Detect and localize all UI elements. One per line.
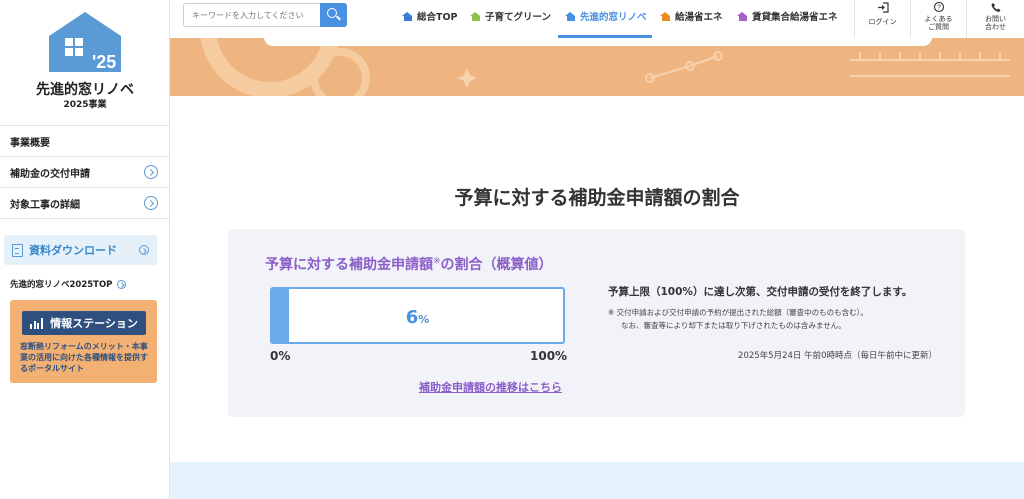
nav-rental-water-heater[interactable]: 賃貸集合給湯省エネ [737, 9, 838, 23]
phone-icon [991, 3, 1000, 12]
sidebar-item-label: 補助金の交付申請 [10, 168, 90, 180]
house-logo-icon[interactable]: '25 [47, 10, 123, 74]
faq-label: よくある ご質問 [924, 15, 953, 31]
progress-min-label: 0% [270, 349, 291, 363]
nav-window-renovation[interactable]: 先進的窓リノベ [565, 9, 647, 23]
sidebar: '25 先進的窓リノベ 2025事業 事業概要 補助金の交付申請 対象工事の詳細… [0, 0, 170, 499]
question-icon: ? [933, 2, 944, 13]
hero-banner [170, 38, 1024, 96]
panel-title-text: 予算に対する補助金申請額 [265, 257, 433, 273]
info-station-button[interactable]: 情報ステーション [22, 311, 146, 335]
budget-panel: 予算に対する補助金申請額※の割合（概算値） 6% 0% 100% 補助金申請額の… [228, 229, 965, 417]
house-icon [660, 11, 671, 21]
bottom-section [170, 462, 1024, 499]
chevron-right-icon [117, 279, 127, 289]
sidebar-item-label: 事業概要 [10, 137, 50, 149]
header: 総合TOP 子育てグリーン 先進的窓リノベ 給湯省エネ 賃貸集合給湯省エネ ログ… [170, 0, 1024, 38]
house-icon [565, 11, 576, 21]
document-icon [12, 243, 23, 257]
search-button[interactable] [320, 3, 347, 27]
sidebar-item-label: 対象工事の詳細 [10, 199, 80, 211]
panel-title-suffix: の割合（概算値） [440, 257, 553, 273]
search-box [183, 3, 347, 27]
logo-year: '25 [92, 52, 116, 72]
top-link-label: 先進的窓リノベ2025TOP [10, 280, 113, 290]
nav-kosodate-green[interactable]: 子育てグリーン [470, 9, 551, 23]
nav-general-top[interactable]: 総合TOP [402, 9, 458, 23]
house-icon [737, 11, 748, 21]
info-station-label: 情報ステーション [50, 317, 138, 330]
nav-label: 総合TOP [417, 12, 458, 23]
trend-link[interactable]: 補助金申請額の推移はこちら [419, 379, 562, 395]
login-label: ログイン [868, 18, 897, 26]
progress-bar: 6% [270, 287, 565, 344]
logo-title: 先進的窓リノベ [36, 82, 134, 98]
side-nav: 事業概要 補助金の交付申請 対象工事の詳細 [0, 125, 169, 219]
banner-decoration [200, 38, 1010, 96]
login-button[interactable]: ログイン [854, 0, 910, 38]
bar-chart-icon [30, 317, 44, 329]
sidebar-item-work-details[interactable]: 対象工事の詳細 [0, 188, 169, 219]
chevron-right-icon [144, 196, 158, 210]
nav-label: 子育てグリーン [485, 12, 552, 23]
budget-notice: 予算上限（100%）に達し次第、交付申請の受付を終了します。 [608, 286, 913, 298]
progress-unit: % [418, 313, 430, 326]
nav-label: 給湯省エネ [675, 12, 723, 23]
nav-label: 先進的窓リノベ [580, 12, 647, 23]
updated-timestamp: 2025年5月24日 午前0時時点（毎日午前中に更新） [738, 351, 937, 361]
nav-label: 賃貸集合給湯省エネ [752, 12, 838, 23]
download-button[interactable]: 資料ダウンロード [4, 235, 157, 265]
banner-card [264, 38, 932, 46]
panel-title: 予算に対する補助金申請額※の割合（概算値） [265, 254, 553, 274]
page-title: 予算に対する補助金申請額の割合 [454, 187, 740, 209]
contact-button[interactable]: お問い 合わせ [966, 0, 1024, 38]
download-label: 資料ダウンロード [29, 244, 117, 257]
login-icon [877, 2, 889, 13]
chevron-right-icon [144, 165, 158, 179]
progress-number: 6 [405, 307, 419, 328]
chevron-right-icon [139, 245, 149, 255]
top-link[interactable]: 先進的窓リノベ2025TOP [10, 278, 127, 290]
panel-title-mark: ※ [433, 256, 441, 267]
sidebar-item-grant-application[interactable]: 補助金の交付申請 [0, 157, 169, 188]
info-station-card[interactable]: 情報ステーション 窓断熱リフォームのメリット・本事業の活用に向けた各種情報を提供… [10, 300, 157, 383]
note-line-1: ※ 交付申請および交付申請の予約が提出された総額（審査中のものも含む）。 [608, 308, 868, 317]
house-icon [470, 11, 481, 21]
svg-text:?: ? [937, 5, 941, 12]
info-station-description: 窓断熱リフォームのメリット・本事業の活用に向けた各種情報を提供するポータルサイト [20, 342, 148, 373]
logo-subtitle: 2025事業 [63, 100, 107, 110]
progress-max-label: 100% [530, 349, 568, 363]
search-input[interactable] [184, 4, 321, 26]
nav-water-heater[interactable]: 給湯省エネ [660, 9, 723, 23]
faq-button[interactable]: ? よくある ご質問 [910, 0, 966, 38]
note-line-2: なお、審査等により却下または取り下げされたものは含みません。 [621, 321, 846, 330]
house-icon [402, 11, 413, 21]
progress-value: 6% [272, 307, 563, 328]
sidebar-item-overview[interactable]: 事業概要 [0, 126, 169, 157]
contact-label: お問い 合わせ [985, 15, 1006, 31]
